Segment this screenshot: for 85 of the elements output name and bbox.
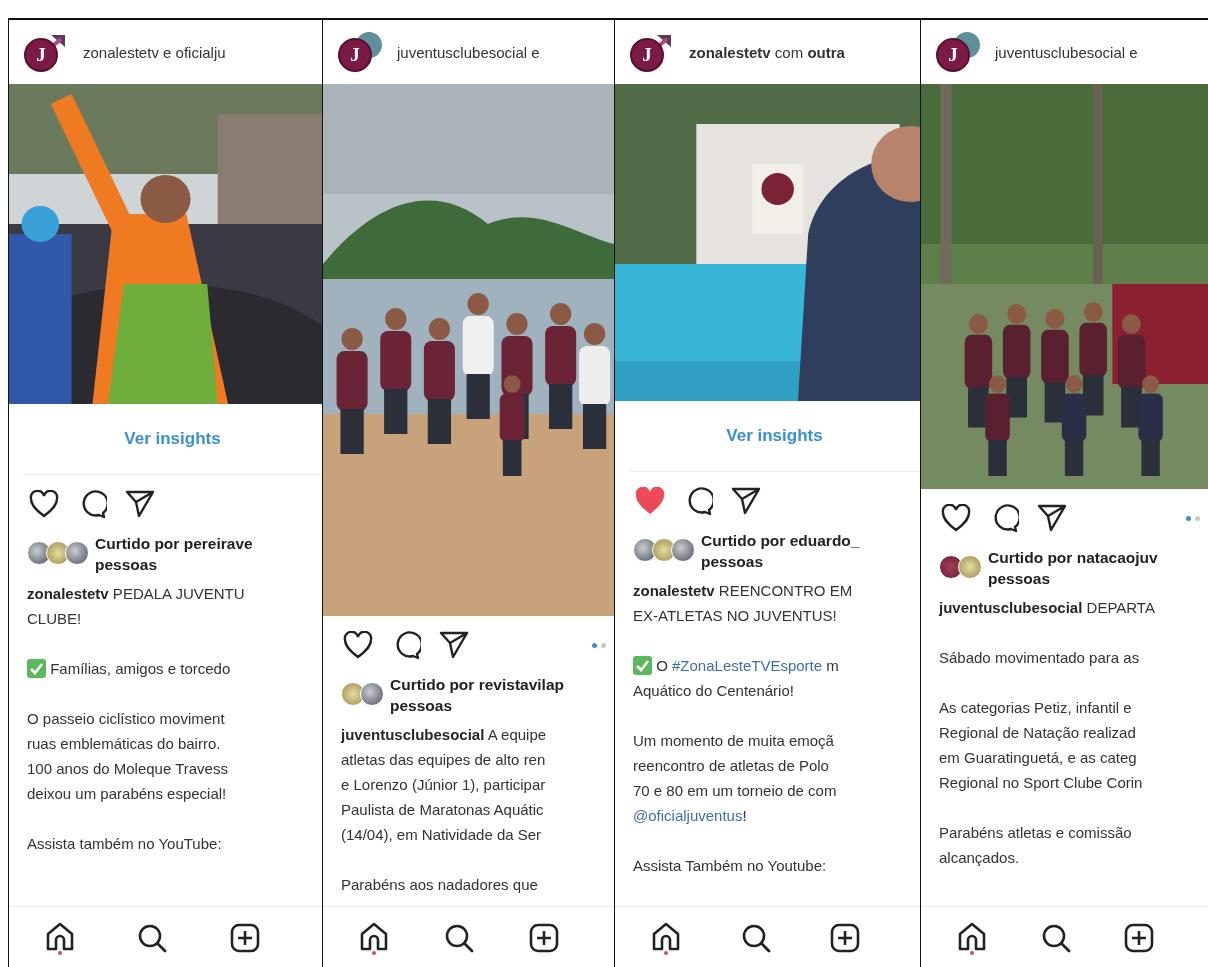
mention-link[interactable]: @oficialjuventus	[633, 803, 743, 828]
caption-line: Regional de Natação realizad	[939, 723, 1137, 743]
caption-line: juventusclubesocial A equipe	[341, 725, 548, 745]
caption-line: ruas emblemáticas do bairro.	[27, 734, 222, 754]
liked-by-text[interactable]: pessoas	[701, 551, 860, 572]
home-icon[interactable]	[957, 921, 987, 955]
caption-line: CLUBE!	[27, 609, 83, 629]
check-icon	[633, 656, 652, 675]
caption-line: deixou um parabéns especial!	[27, 784, 228, 804]
liker-avatar	[360, 682, 384, 706]
liked-by-text[interactable]: Curtido por pereirave	[95, 533, 253, 554]
caption-line: zonalestetv REENCONTRO EM	[633, 581, 854, 601]
heart-icon[interactable]	[343, 631, 373, 659]
home-icon[interactable]	[45, 921, 75, 955]
liked-by-text[interactable]: pessoas	[95, 554, 253, 575]
caption-line: Parabéns atletas e comissão	[939, 823, 1133, 843]
club-emblem	[936, 38, 970, 72]
caption-text: Famílias, amigos e torcedo	[49, 659, 231, 679]
caption-line: em Guaratinguetá, e as categ	[939, 748, 1138, 768]
check-icon	[27, 659, 46, 678]
caption-line: reencontro de atletas de Polo	[633, 756, 830, 776]
caption-line: As categorias Petiz, infantil e	[939, 698, 1133, 718]
post-author[interactable]: zonalestetv e oficialju	[83, 43, 226, 61]
liker-avatar	[27, 541, 51, 565]
emblem-letter: J	[947, 44, 959, 66]
add-icon[interactable]	[1124, 923, 1155, 953]
post-author[interactable]: juventusclubesocial e	[397, 43, 540, 61]
liked-by-text[interactable]: Curtido por revistavilap	[390, 674, 564, 695]
club-emblem	[338, 38, 372, 72]
caption-text: O	[655, 656, 669, 676]
liker-avatar	[65, 541, 89, 565]
caption-line: Assista também no YouTube:	[27, 834, 223, 854]
caption-line: alcançados.	[939, 848, 1021, 868]
liker-avatar	[939, 555, 963, 579]
liker-avatar	[652, 538, 676, 562]
search-icon[interactable]	[740, 923, 771, 953]
send-icon[interactable]	[1037, 504, 1067, 532]
caption-line: Aquático do Centenário!	[633, 681, 795, 701]
caption-line: Um momento de muita emoçã	[633, 731, 835, 751]
caption-line: Paulista de Maratonas Aquátic	[341, 800, 545, 820]
caption-line: Assista Também no Youtube:	[633, 856, 828, 876]
home-icon[interactable]	[359, 921, 389, 955]
emblem-letter: J	[35, 44, 47, 66]
caption-line: Parabéns aos nadadores que	[341, 875, 539, 895]
caption-line: Sábado movimentado para as	[939, 648, 1141, 668]
liked-by-text[interactable]: pessoas	[390, 695, 564, 716]
caption-line: atletas das equipes de alto ren	[341, 750, 547, 770]
liker-avatar	[671, 538, 695, 562]
caption-line: juventusclubesocial DEPARTA	[939, 598, 1156, 618]
caption-line: O passeio ciclístico moviment	[27, 709, 226, 729]
search-icon[interactable]	[137, 923, 168, 953]
home-icon[interactable]	[651, 921, 681, 955]
send-icon[interactable]	[731, 487, 761, 515]
add-icon[interactable]	[229, 923, 260, 953]
caption-text: m	[825, 656, 839, 676]
liker-avatar	[633, 538, 657, 562]
liked-by-text[interactable]: Curtido por natacaojuv	[988, 547, 1158, 568]
caption-line: 70 e 80 em um torneio de com	[633, 781, 838, 801]
send-icon[interactable]	[125, 490, 155, 518]
liker-avatar	[341, 682, 365, 706]
search-icon[interactable]	[1040, 923, 1071, 953]
send-icon[interactable]	[439, 631, 469, 659]
hashtag-link[interactable]: #ZonaLesteTVEsporte	[672, 653, 823, 678]
caption-line: 100 anos do Moleque Travess	[27, 759, 229, 779]
heart-icon[interactable]	[29, 490, 59, 518]
liker-avatar	[46, 541, 70, 565]
club-emblem	[24, 38, 58, 72]
post-author[interactable]: juventusclubesocial e	[995, 43, 1138, 61]
club-emblem	[630, 38, 664, 72]
post-author[interactable]: zonalestetv com outra	[689, 43, 845, 61]
heart-icon[interactable]	[941, 504, 971, 532]
caption-line: e Lorenzo (Júnior 1), participar	[341, 775, 547, 795]
liked-by-text[interactable]: pessoas	[988, 568, 1158, 589]
emblem-letter: J	[641, 44, 653, 66]
search-icon[interactable]	[444, 923, 474, 953]
caption-line: Regional no Sport Clube Corin	[939, 773, 1144, 793]
liker-avatar	[958, 555, 982, 579]
add-icon[interactable]	[830, 923, 861, 953]
emblem-letter: J	[349, 44, 361, 66]
liked-by-text[interactable]: Curtido por eduardo_	[701, 530, 860, 551]
caption-line: (14/04), em Natividade da Ser	[341, 825, 543, 845]
add-icon[interactable]	[529, 923, 559, 953]
caption-text: !	[742, 806, 747, 826]
caption-line: EX-ATLETAS NO JUVENTUS!	[633, 606, 838, 626]
caption-line: zonalestetv PEDALA JUVENTU	[27, 584, 246, 604]
